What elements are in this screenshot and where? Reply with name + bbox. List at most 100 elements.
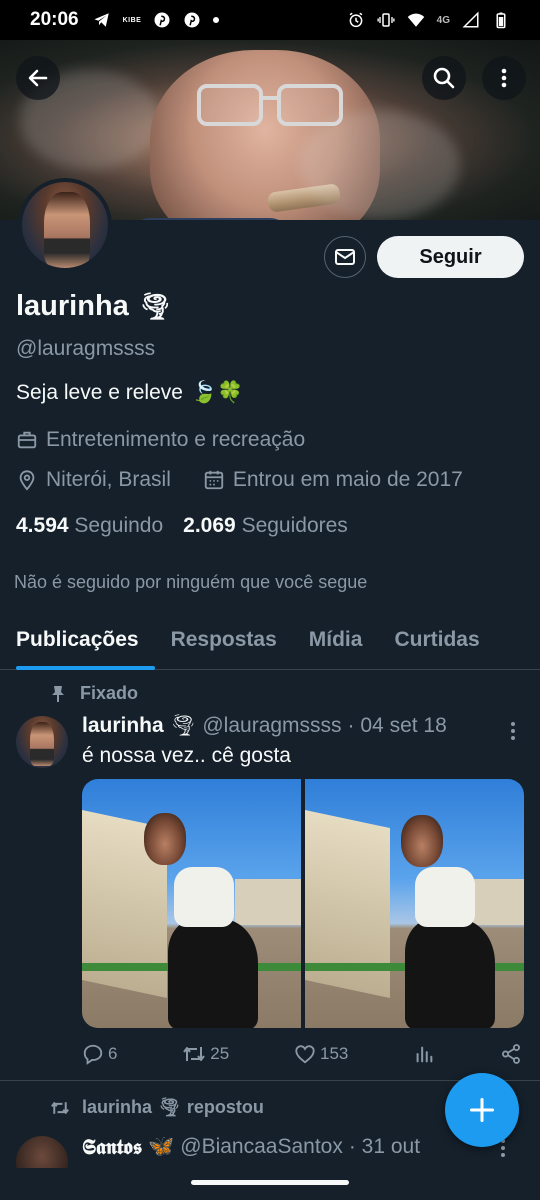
photo-person [415,867,475,927]
post2-header: 𝕾𝖆𝖓𝖙𝖔𝖘 🦋 @BiancaaSantox · 31 out [82,1134,420,1160]
profile-location: Niterói, Brasil [46,468,171,491]
reply-icon [83,1044,103,1065]
more-options-button[interactable] [482,56,526,100]
pinterest-icon [184,12,200,28]
pinned-label-row: Fixado [50,683,138,704]
like-button[interactable]: 153 [294,1043,348,1065]
followers-link[interactable]: 2.069 Seguidores [183,514,348,538]
post-text: é nossa vez.. cê gosta [82,744,291,767]
profile-name-text: laurinha [16,290,129,322]
pinned-label: Fixado [80,683,139,703]
arrow-left-icon [28,69,48,87]
reply-count: 6 [108,1044,118,1063]
repost-user: laurinha [82,1097,153,1117]
signal-icon [462,11,479,28]
gesture-nav-handle[interactable] [191,1180,349,1185]
post-actions: 6 25 153 [82,1040,522,1068]
analytics-button[interactable] [413,1043,435,1065]
post-date: · 04 set 18 [347,714,447,737]
tab-publicacoes[interactable]: Publicações [0,612,155,670]
repost-suffix: repostou [186,1097,264,1117]
follow-button[interactable]: Seguir [377,236,524,278]
repost-button[interactable]: 25 [182,1043,229,1065]
briefcase-icon [17,431,37,449]
butterfly-emoji: 🦋 [148,1135,175,1158]
profile-handle: @lauragmssss [16,337,156,360]
more-vertical-icon [511,722,515,740]
post2-date: · 31 out [348,1135,421,1158]
photo-person [174,867,234,927]
search-icon [433,67,455,89]
profile-avatar[interactable] [18,178,112,272]
tornado-emoji: 🌪 [158,1097,181,1117]
plus-icon [469,1097,495,1123]
location-pin-icon [19,470,35,491]
compose-fab-button[interactable] [445,1073,519,1147]
network-type: 4G [436,14,450,26]
post-photo-1[interactable] [82,779,301,1028]
profile-bio: Seja leve e releve 🍃🍀 [16,381,243,405]
reply-button[interactable]: 6 [82,1043,117,1065]
post-author-handle[interactable]: @lauragmssss [202,714,341,738]
bio-text: Seja leve e releve [16,381,183,404]
tab-respostas[interactable]: Respostas [155,612,293,669]
following-link[interactable]: 4.594 Seguindo [16,514,163,538]
post-author-name[interactable]: laurinha [82,714,164,738]
photo-person [405,919,495,1028]
tab-curtidas[interactable]: Curtidas [378,612,495,669]
post-more-button[interactable] [500,718,526,744]
followers-label: Seguidores [241,514,348,537]
share-button[interactable] [500,1043,522,1065]
banner-smoke [300,110,460,220]
profile-tabs: Publicações Respostas Mídia Curtidas [0,612,540,670]
share-icon [501,1044,520,1064]
telegram-icon [94,13,109,27]
battery-icon [496,12,506,29]
post-avatar[interactable] [16,716,68,768]
tornado-emoji: 🌪 [138,291,172,321]
vibrate-icon [377,13,395,27]
kibe-icon: KIBE [122,16,142,24]
heart-icon [295,1045,315,1064]
status-right-icons: 4G [347,11,510,29]
post-media [82,779,524,1028]
post2-author-handle[interactable]: @BiancaaSantox [180,1135,343,1159]
alarm-icon [349,12,363,28]
wifi-icon [407,13,424,27]
envelope-icon [335,249,355,265]
profile-category-row: Entretenimento e recreação [16,428,305,452]
post-header: laurinha 🌪 @lauragmssss · 04 set 18 [82,714,447,738]
like-count: 153 [319,1044,349,1063]
bio-emojis: 🍃🍀 [190,381,244,404]
more-vertical-icon [501,68,507,88]
post-photo-2[interactable] [305,779,524,1028]
repost-indicator: laurinha 🌪 repostou [50,1097,264,1118]
search-button[interactable] [422,56,466,100]
post2-author-name[interactable]: 𝕾𝖆𝖓𝖙𝖔𝖘 [82,1134,142,1160]
tornado-emoji: 🌪 [169,714,197,737]
not-followed-text: Não é seguido por ninguém que você segue [14,572,368,592]
photo-person [168,919,258,1028]
banner-shirt [130,218,290,220]
pin-icon [52,685,64,702]
photo-person [401,815,443,867]
analytics-icon [416,1046,433,1063]
photo-building [235,879,301,925]
photo-person [144,813,186,865]
profile-category: Entretenimento e recreação [46,428,306,451]
repost-count: 25 [210,1044,230,1063]
repost-icon [51,1101,69,1114]
back-button[interactable] [16,56,60,100]
avatar-person [30,722,54,766]
repost-icon [183,1047,206,1061]
calendar-icon [204,470,224,490]
following-count: 4.594 [16,514,69,537]
status-time: 20:06 [30,9,79,30]
tab-midia[interactable]: Mídia [293,612,379,669]
status-left-icons: KIBE [93,11,220,29]
profile-name: laurinha 🌪 [16,290,172,323]
dot-icon [213,17,220,23]
followers-count: 2.069 [183,514,236,537]
profile-joined: Entrou em maio de 2017 [232,468,463,491]
message-button[interactable] [324,236,366,278]
